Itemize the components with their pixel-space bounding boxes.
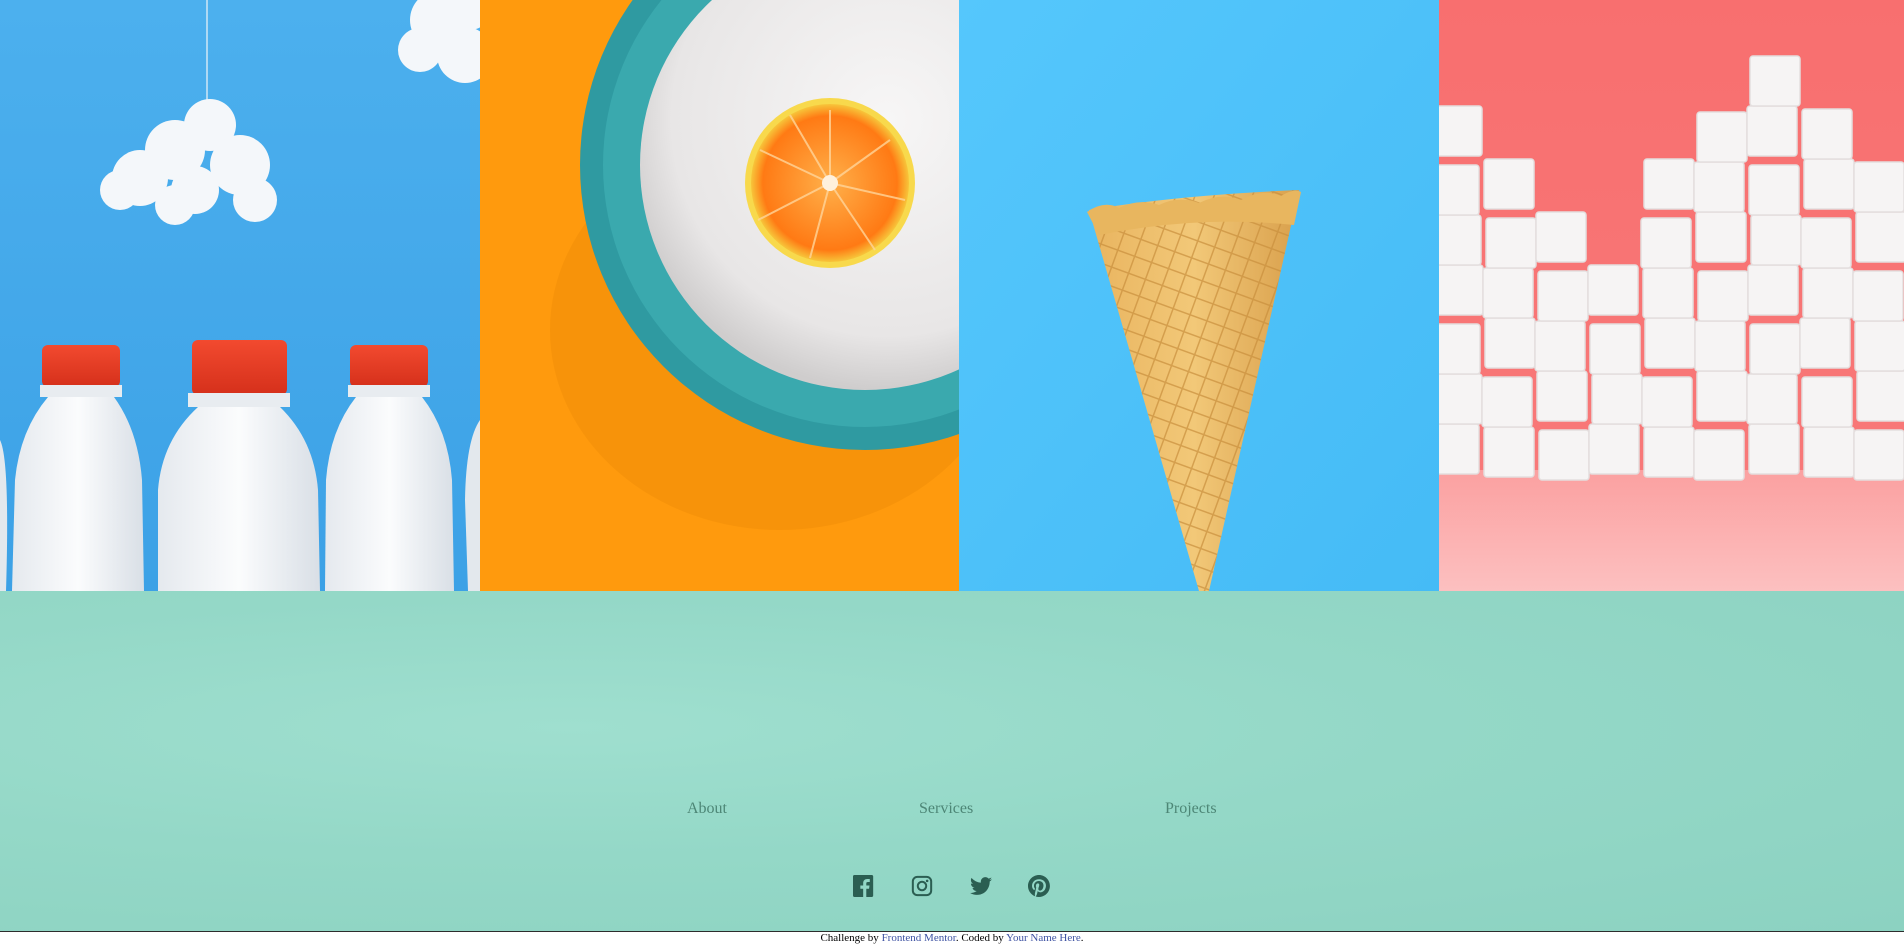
nav-link-about[interactable]: About (687, 800, 727, 818)
attribution-middle: . Coded by (955, 932, 1007, 944)
facebook-icon[interactable] (853, 875, 875, 897)
footer: About Services Projects (0, 591, 1904, 931)
milk-bottles-image (0, 0, 480, 591)
pinterest-icon[interactable] (1028, 875, 1050, 897)
instagram-icon[interactable] (911, 875, 933, 897)
twitter-icon[interactable] (970, 875, 992, 897)
footer-nav: About Services Projects (0, 800, 1904, 822)
orange-plate-image (480, 0, 959, 591)
attribution-suffix: . (1080, 932, 1084, 944)
frontend-mentor-link[interactable]: Frontend Mentor (882, 932, 956, 944)
author-link[interactable]: Your Name Here (1006, 932, 1081, 944)
attribution-prefix: Challenge by (820, 932, 882, 944)
sugar-cubes-image (1439, 0, 1904, 591)
ice-cream-cone-image (959, 0, 1439, 591)
nav-link-projects[interactable]: Projects (1165, 800, 1217, 818)
social-links (0, 875, 1904, 899)
attribution: Challenge by Frontend Mentor. Coded by Y… (0, 931, 1904, 944)
nav-link-services[interactable]: Services (919, 800, 973, 818)
image-gallery (0, 0, 1904, 591)
